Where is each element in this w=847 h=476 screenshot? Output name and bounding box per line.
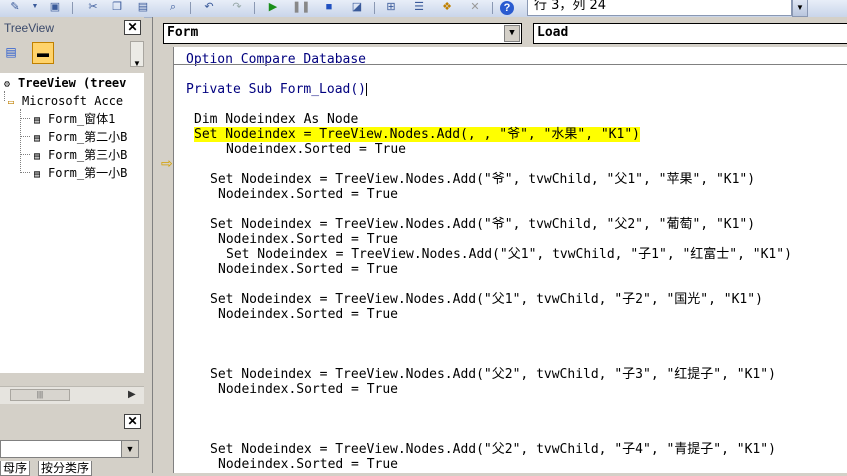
tree-connector <box>20 172 30 173</box>
properties-object-combo[interactable]: ▼ <box>0 440 139 458</box>
project-explorer-close-button[interactable]: ✕ <box>124 20 141 35</box>
toolbar-separator <box>190 2 191 14</box>
properties-close-button[interactable]: ✕ <box>124 414 141 429</box>
tree-form-item[interactable]: ▤ Form_第二小B <box>30 128 127 146</box>
toggle-folders-icon[interactable]: ▬ <box>32 42 54 64</box>
scroll-right-icon[interactable]: ▶ <box>128 389 136 400</box>
code-window-header: Form ▼ Load <box>153 17 847 47</box>
dropdown-chevron-icon[interactable]: ▼ <box>26 0 44 14</box>
redo-icon[interactable]: ↷ <box>228 0 246 14</box>
tree-connector <box>20 118 30 119</box>
undo-icon[interactable]: ↶ <box>200 0 218 14</box>
project-explorer-toolbar: ▤ ▬ ▼ <box>0 39 144 69</box>
chevron-down-icon[interactable]: ▼ <box>121 441 138 457</box>
code-line: Nodeindex.Sorted = True <box>218 232 399 247</box>
code-line: Nodeindex.Sorted = True <box>218 262 399 277</box>
code-line: Set Nodeindex = TreeView.Nodes.Add("父1",… <box>210 292 763 307</box>
tree-horizontal-scrollbar[interactable]: ||| ▶ <box>0 386 144 404</box>
object-combo[interactable]: Form ▼ <box>163 23 522 44</box>
code-editor[interactable]: Option Compare Database Private Sub Form… <box>174 47 847 473</box>
folder-icon: ▭ <box>7 97 15 108</box>
chevron-down-icon[interactable]: ▼ <box>504 25 520 42</box>
cursor-position-status: 行 3，列 24 <box>527 0 792 16</box>
code-line: Set Nodeindex = TreeView.Nodes.Add("父2",… <box>210 367 776 382</box>
find-icon[interactable]: ⌕ <box>164 0 182 14</box>
scrollbar-thumb[interactable]: ||| <box>10 389 70 401</box>
code-line: Nodeindex.Sorted = True <box>218 187 399 202</box>
code-line: Dim Nodeindex As Node <box>194 112 359 127</box>
toolbar-separator <box>72 2 73 14</box>
tools-icon[interactable]: ✎ <box>6 0 24 14</box>
code-line: Set Nodeindex = TreeView.Nodes.Add("爷", … <box>210 217 756 232</box>
code-line: Nodeindex.Sorted = True <box>218 382 399 397</box>
tree-root-item[interactable]: ⚙ TreeView (treev <box>0 74 126 92</box>
procedure-separator <box>174 64 847 65</box>
tree-folder-item[interactable]: ▭ Microsoft Acce <box>4 92 123 110</box>
tree-form-item[interactable]: ▤ Form_第三小B <box>30 146 127 164</box>
left-dock: TreeView ✕ ▤ ▬ ▼ ⚙ TreeView (treev ▭ Micro… <box>0 17 144 476</box>
text-caret <box>366 83 368 96</box>
break-icon[interactable]: ❚❚ <box>292 0 310 14</box>
view-code-icon[interactable]: ▤ <box>0 42 22 64</box>
code-line: Private Sub Form_Load() <box>186 82 368 97</box>
code-line-current: Set Nodeindex = TreeView.Nodes.Add(, , "… <box>194 127 640 142</box>
object-browser-icon[interactable]: ❖ <box>438 0 456 14</box>
tree-form-label: Form_第三小B <box>48 148 128 162</box>
run-icon[interactable]: ▶ <box>264 0 282 14</box>
margin-indicator-bar[interactable]: ⇨ <box>153 47 174 473</box>
toolbar-separator <box>492 2 493 14</box>
object-combo-value: Form <box>167 25 199 40</box>
properties-icon[interactable]: ☰ <box>410 0 428 14</box>
cut-icon[interactable]: ✂ <box>84 0 102 14</box>
toolbar-separator <box>374 2 375 14</box>
form-icon: ▤ <box>33 169 41 180</box>
tab-categorized[interactable]: 按分类序 <box>38 461 93 476</box>
paste-icon[interactable]: ▤ <box>134 0 152 14</box>
project-explorer-title: TreeView <box>4 21 55 35</box>
toolbar-overflow-chevron-icon[interactable]: ▼ <box>130 41 144 68</box>
tree-form-item[interactable]: ▤ Form_窗体1 <box>30 110 115 128</box>
tree-form-label: Form_窗体1 <box>48 112 116 126</box>
toolbar-separator <box>254 2 255 14</box>
design-mode-icon[interactable]: ◪ <box>348 0 366 14</box>
tree-form-label: Form_第一小B <box>48 166 128 180</box>
code-window: Form ▼ Load ⇨ Option Compare Database Pr… <box>152 17 847 473</box>
tree-root-label: TreeView (treev <box>18 76 127 90</box>
tree-connector <box>20 136 30 137</box>
save-icon[interactable]: ▣ <box>46 0 64 14</box>
tab-alphabetic[interactable]: 母序 <box>0 461 31 476</box>
tree-folder-label: Microsoft Acce <box>22 94 124 108</box>
procedure-combo-value: Load <box>537 25 569 40</box>
code-line: Nodeindex.Sorted = True <box>218 307 399 322</box>
copy-icon[interactable]: ❐ <box>108 0 126 14</box>
project-explorer-icon[interactable]: ⊞ <box>382 0 400 14</box>
code-line: Nodeindex.Sorted = True <box>226 142 407 157</box>
toolbox-icon[interactable]: ✕ <box>466 0 484 14</box>
help-icon[interactable]: ? <box>500 1 514 15</box>
code-line-text: Private Sub Form_Load() <box>186 82 367 97</box>
reset-icon[interactable]: ■ <box>320 0 338 14</box>
standard-toolbar: ✎ ▼ ▣ ✂ ❐ ▤ ⌕ ↶ ↷ ▶ ❚❚ ■ ◪ ⊞ ☰ ❖ ✕ ? 行 3… <box>0 0 847 18</box>
code-line: Set Nodeindex = TreeView.Nodes.Add("父1",… <box>226 247 792 262</box>
procedure-combo[interactable]: Load <box>533 23 847 44</box>
project-tree: ⚙ TreeView (treev ▭ Microsoft Acce ▤ Form_窗… <box>0 73 144 373</box>
tree-connector <box>20 154 30 155</box>
tree-form-item[interactable]: ▤ Form_第一小B <box>30 164 127 182</box>
code-line: Set Nodeindex = TreeView.Nodes.Add("父2",… <box>210 442 776 457</box>
execution-arrow-icon: ⇨ <box>161 155 173 171</box>
toolbar-options-chevron-icon[interactable]: ▼ <box>792 0 808 17</box>
code-line: Nodeindex.Sorted = True <box>218 457 399 472</box>
code-line: Set Nodeindex = TreeView.Nodes.Add("爷", … <box>210 172 756 187</box>
tree-form-label: Form_第二小B <box>48 130 128 144</box>
